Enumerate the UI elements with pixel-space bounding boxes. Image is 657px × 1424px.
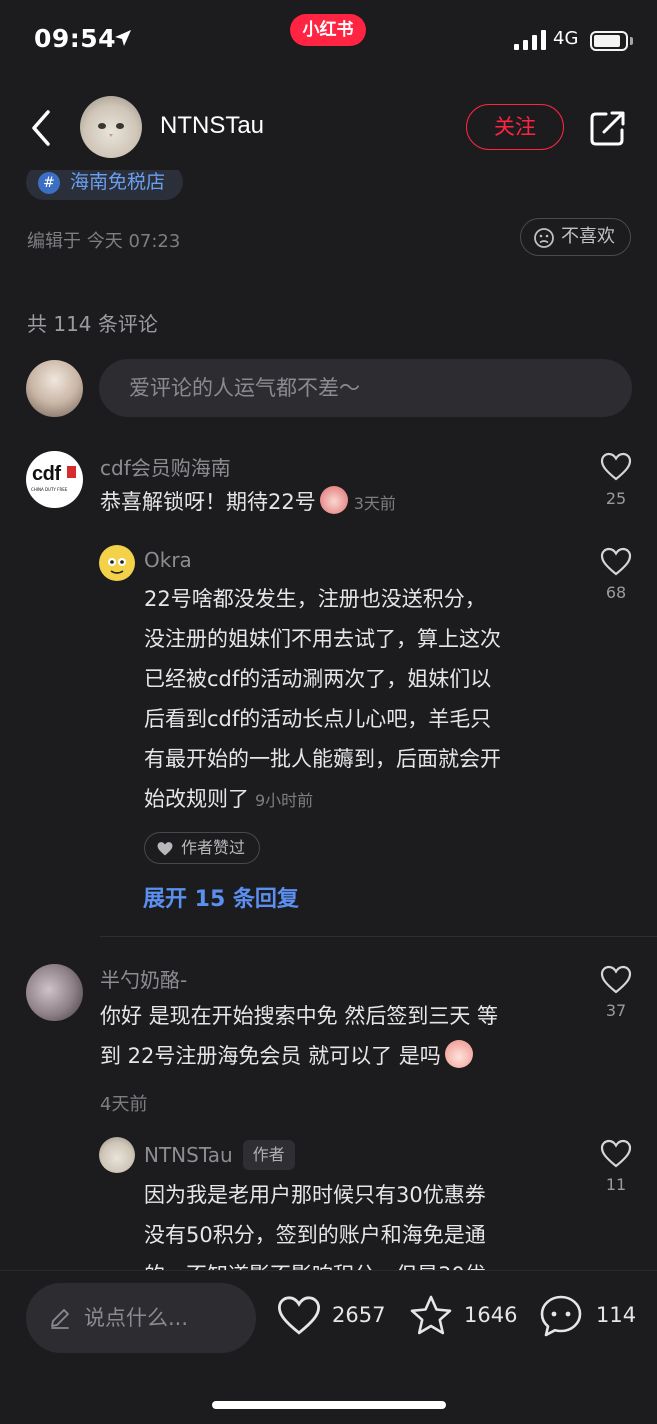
home-indicator[interactable] <box>212 1401 446 1409</box>
author-liked-badge: 作者赞过 <box>144 832 261 864</box>
comment-like-count: 25 <box>605 489 627 508</box>
comment-divider <box>100 936 657 937</box>
app-badge: 小红书 <box>290 14 366 46</box>
heart-outline-icon[interactable] <box>600 965 632 995</box>
comment-text: 恭喜解锁呀！期待22号 3天前 <box>100 482 396 524</box>
reply-line: 没注册的姐妹们不用去试了，算上这次 <box>144 627 501 651</box>
reply-time: 9小时前 <box>255 791 314 810</box>
share-icon[interactable] <box>588 108 628 148</box>
author-liked-label: 作者赞过 <box>181 838 246 857</box>
hashtag-icon: # <box>38 172 60 194</box>
reply-line: 22号啥都没发生，注册也没送积分， <box>144 587 486 611</box>
reply-line: 没有50积分，签到的账户和海免是通 <box>144 1223 486 1247</box>
collect-count: 1646 <box>464 1303 518 1327</box>
comment-time: 4天前 <box>100 1094 148 1115</box>
location-arrow-icon <box>115 30 131 46</box>
expand-replies-link[interactable]: 展开 15 条回复 <box>143 881 299 913</box>
reply-line: 有最开始的一批人能薅到，后面就会开 <box>144 747 501 771</box>
reply-text: 22号啥都没发生，注册也没送积分， 没注册的姐妹们不用去试了，算上这次 已经被c… <box>144 579 501 821</box>
cdf-logo-subtext: CHINA DUTY FREE <box>31 487 68 492</box>
author-name[interactable]: NTNSTau <box>160 112 264 140</box>
pencil-icon <box>51 1309 69 1329</box>
reply-line: 后看到cdf的活动长点儿心吧，羊毛只 <box>144 707 492 731</box>
author-tag: 作者 <box>242 1140 295 1170</box>
comment-body: 恭喜解锁呀！期待22号 <box>100 490 316 514</box>
chat-bubble-icon <box>540 1295 582 1337</box>
reply-avatar-author[interactable] <box>99 1137 135 1173</box>
comment-text: 你好 是现在开始搜索中免 然后签到三天 等 到 22号注册海免会员 就可以了 是… <box>100 996 498 1076</box>
topic-tag[interactable]: # 海南免税店 <box>26 170 184 200</box>
cartoon-avatar-icon <box>108 558 126 574</box>
battery-level <box>594 35 620 47</box>
cdf-logo-text: cdf <box>32 463 61 485</box>
star-outline-icon <box>410 1295 452 1335</box>
author-avatar[interactable] <box>80 96 142 158</box>
dislike-label: 不喜欢 <box>561 226 615 247</box>
comment-like-count: 37 <box>605 1001 627 1020</box>
post-content: # 海南免税店 编辑于 今天 07:23 不喜欢 共 114 条评论 爱评论的人运… <box>0 170 657 1270</box>
crying-sticker-icon <box>319 486 348 514</box>
comment-author-name[interactable]: 半勺奶酪- <box>100 964 187 993</box>
my-avatar <box>26 360 83 417</box>
heart-outline-icon[interactable] <box>600 452 632 482</box>
reply-line: 始改规则了 <box>144 787 249 811</box>
comment-line: 你好 是现在开始搜索中免 然后签到三天 等 <box>100 1004 499 1028</box>
heart-filled-icon <box>157 842 173 856</box>
reply-line: 的，不知道影不影响积分，但是30优 <box>144 1255 486 1270</box>
reply-line: 因为我是老用户那时候只有30优惠券 <box>144 1183 486 1207</box>
reply-avatar-okra[interactable] <box>99 545 135 581</box>
comment-line: 到 22号注册海免会员 就可以了 是吗 <box>100 1044 441 1068</box>
back-chevron-icon[interactable] <box>26 106 56 150</box>
collect-action[interactable]: 1646 <box>408 1293 524 1341</box>
heart-outline-icon[interactable] <box>600 547 632 577</box>
comment-avatar-user[interactable] <box>26 964 83 1021</box>
post-header: NTNSTau 关注 <box>0 86 657 170</box>
signal-icon <box>514 30 546 50</box>
comment-total-count: 114 <box>596 1303 637 1327</box>
comment-avatar-cdf[interactable]: cdf CHINA DUTY FREE <box>26 451 83 508</box>
comment-count: 共 114 条评论 <box>27 312 158 336</box>
reply-like-count: 68 <box>605 583 627 602</box>
reply-line: 已经被cdf的活动涮两次了，姐妹们以 <box>144 667 492 691</box>
comment-action[interactable]: 114 <box>538 1293 638 1341</box>
sad-face-icon <box>534 228 554 248</box>
reply-author-name[interactable]: NTNSTau 作者 <box>144 1140 295 1170</box>
reply-author-label: NTNSTau <box>144 1143 233 1167</box>
bottom-action-bar: 说点什么... 2657 1646 114 <box>0 1270 657 1424</box>
reply-line-last: 始改规则了 9小时前 <box>144 779 501 821</box>
battery-cap <box>630 37 633 45</box>
dislike-button[interactable]: 不喜欢 <box>520 218 631 256</box>
status-time: 09:54 <box>34 24 117 53</box>
network-label: 4G <box>553 28 579 49</box>
comment-time: 3天前 <box>353 494 396 513</box>
peach-sticker-icon <box>444 1040 473 1068</box>
comment-input[interactable]: 爱评论的人运气都不差～ <box>99 359 632 417</box>
comment-line-last: 到 22号注册海免会员 就可以了 是吗 <box>100 1036 498 1076</box>
topic-tag-label: 海南免税店 <box>70 171 166 193</box>
like-count: 2657 <box>332 1303 386 1327</box>
cat-face-icon <box>98 123 124 137</box>
say-something-input[interactable]: 说点什么... <box>26 1283 256 1353</box>
comment-author-name[interactable]: cdf会员购海南 <box>100 452 231 481</box>
battery-icon <box>590 31 628 51</box>
reply-text: 因为我是老用户那时候只有30优惠券 没有50积分，签到的账户和海免是通 的，不知… <box>144 1175 486 1270</box>
follow-button[interactable]: 关注 <box>466 104 564 150</box>
reply-like-count: 11 <box>605 1175 627 1194</box>
status-bar: 09:54 小红书 4G <box>0 0 657 80</box>
heart-outline-icon[interactable] <box>600 1139 632 1169</box>
say-placeholder: 说点什么... <box>84 1306 189 1330</box>
reply-author-name[interactable]: Okra <box>144 548 192 572</box>
cdf-logo-mark <box>67 466 76 478</box>
edit-time: 编辑于 今天 07:23 <box>27 231 181 252</box>
like-action[interactable]: 2657 <box>276 1293 388 1341</box>
heart-outline-icon <box>277 1296 321 1335</box>
